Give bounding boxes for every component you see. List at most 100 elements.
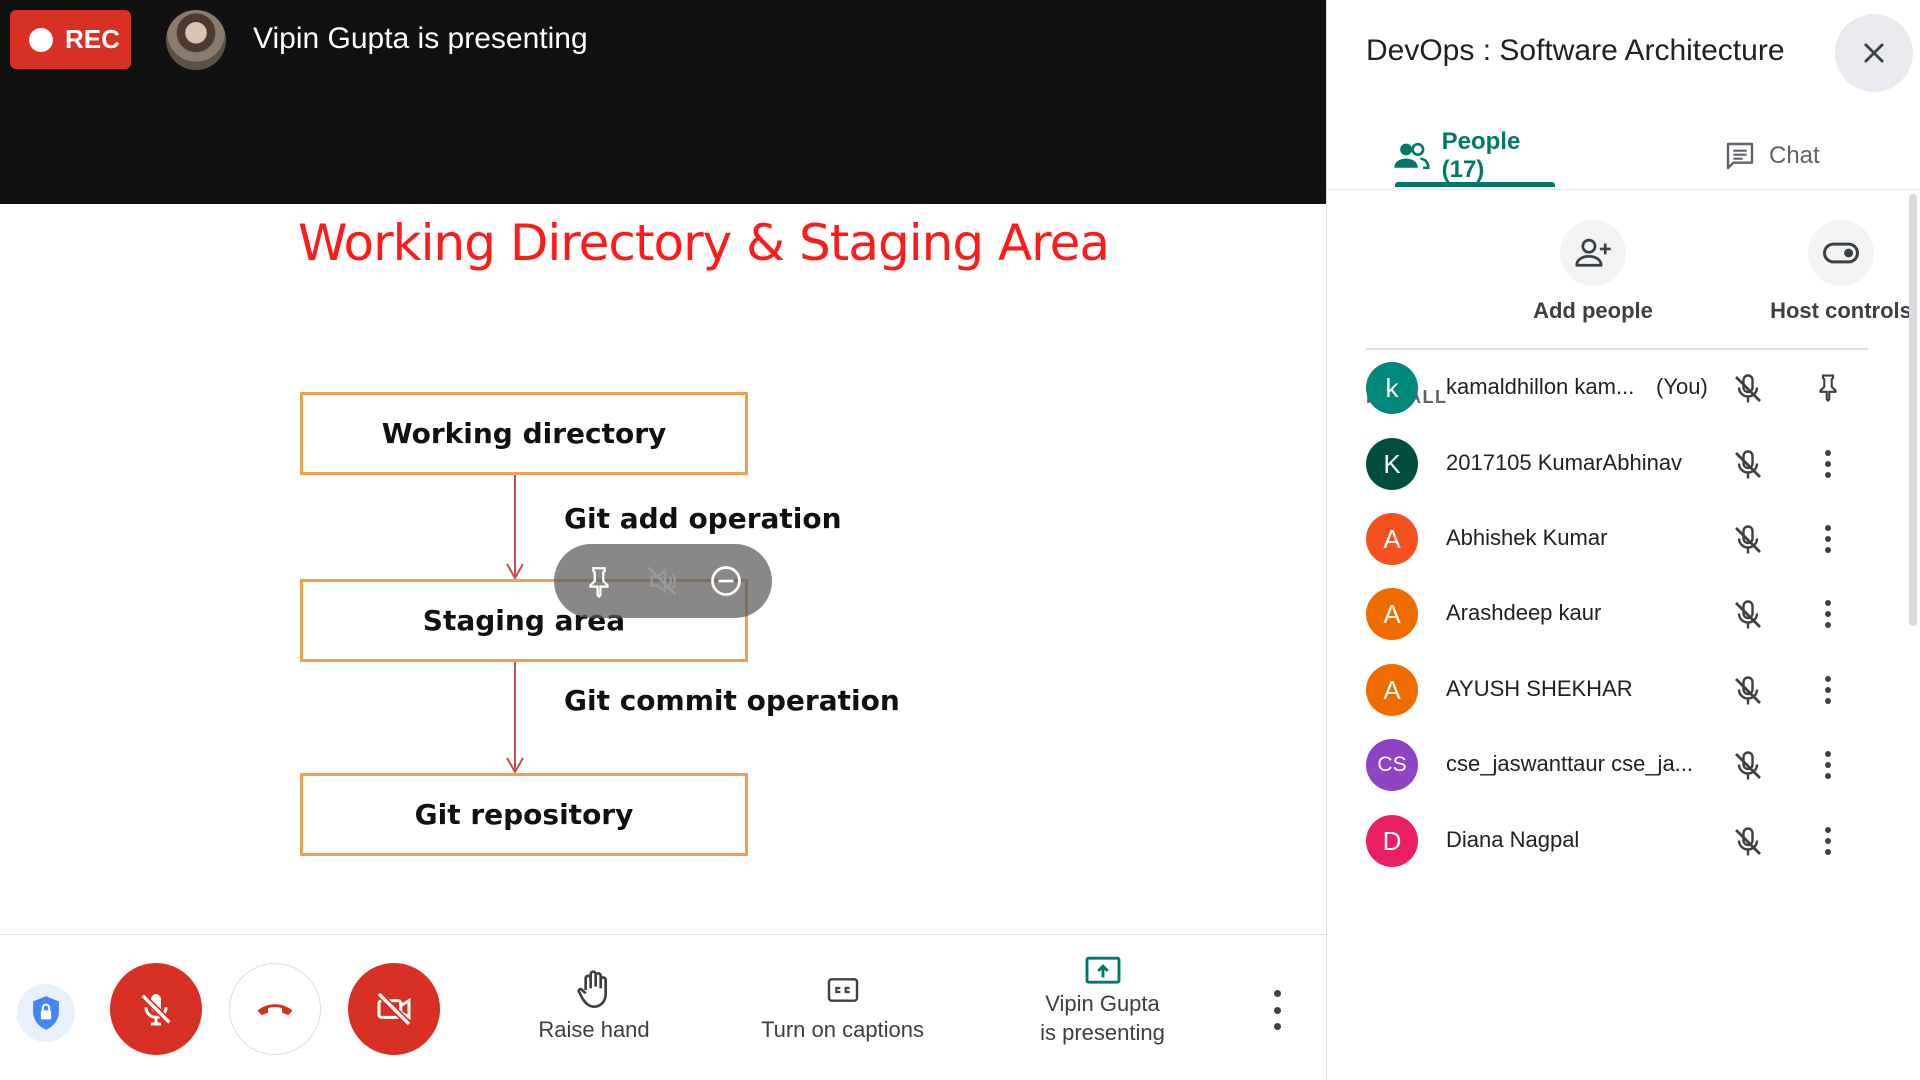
you-label: (You) xyxy=(1656,374,1708,399)
meeting-safety-button[interactable] xyxy=(17,984,75,1042)
participant-name: Abhishek Kumar xyxy=(1446,525,1608,550)
actions-divider xyxy=(1366,348,1868,350)
presenter-banner: Vipin Gupta is presenting xyxy=(253,22,588,55)
mute-status-button[interactable] xyxy=(1730,522,1766,563)
recording-label: REC xyxy=(65,24,120,54)
participant-name: Arashdeep kaur xyxy=(1446,600,1602,625)
host-controls-label: Host controls xyxy=(1770,298,1912,323)
tab-chat-label: Chat xyxy=(1769,142,1820,169)
top-bar: REC Vipin Gupta is presenting xyxy=(0,0,1326,204)
participant-more-button[interactable] xyxy=(1810,823,1846,859)
more-vert-icon xyxy=(1825,600,1831,628)
more-vert-icon xyxy=(1825,676,1831,704)
git-repository-box: Git repository xyxy=(300,773,748,856)
mic-off-icon xyxy=(140,993,172,1026)
tile-hover-controls xyxy=(554,544,772,618)
mic-off-icon xyxy=(1735,450,1761,479)
participant-row[interactable]: K 2017105 KumarAbhinav xyxy=(1366,428,1846,498)
tabs-divider xyxy=(1327,189,1920,190)
mute-status-button[interactable] xyxy=(1730,447,1766,488)
camera-off-icon xyxy=(376,991,412,1027)
hang-up-icon xyxy=(257,1004,293,1016)
participant-more-button[interactable] xyxy=(1810,596,1846,632)
participant-more-button[interactable] xyxy=(1810,521,1846,557)
more-vert-icon xyxy=(1825,525,1831,553)
raise-hand-label: Raise hand xyxy=(538,1017,650,1042)
mute-status-button[interactable] xyxy=(1730,748,1766,789)
mute-status-button[interactable] xyxy=(1730,371,1766,412)
tab-chat[interactable]: Chat xyxy=(1723,124,1820,188)
participant-name: 2017105 KumarAbhinav xyxy=(1446,450,1683,475)
add-people-label: Add people xyxy=(1533,298,1653,323)
participant-name: AYUSH SHEKHAR xyxy=(1446,676,1633,701)
avatar: D xyxy=(1366,815,1418,867)
pin-icon xyxy=(1819,374,1837,403)
pin-to-screen-button[interactable] xyxy=(1810,370,1846,406)
presenting-status-button[interactable]: Vipin Gupta is presenting xyxy=(1010,953,1195,1047)
avatar: A xyxy=(1366,588,1418,640)
panel-scrollbar[interactable] xyxy=(1909,194,1917,626)
add-person-icon xyxy=(1575,238,1611,267)
working-directory-box: Working directory xyxy=(300,392,748,475)
more-vert-icon xyxy=(1825,751,1831,779)
captions-label: Turn on captions xyxy=(760,1017,925,1042)
git-commit-label: Git commit operation xyxy=(564,684,900,717)
tab-people-label: People (17) xyxy=(1441,128,1521,183)
hand-icon xyxy=(577,970,607,1009)
participant-row[interactable]: A Arashdeep kaur xyxy=(1366,578,1846,648)
mic-off-icon xyxy=(1735,676,1761,705)
participant-row[interactable]: k kamaldhillon kam... (You) xyxy=(1366,352,1846,422)
meeting-controls-bar: Raise hand Turn on captions Vipin Gupta … xyxy=(0,934,1326,1080)
mute-status-button[interactable] xyxy=(1730,824,1766,865)
participant-name: Diana Nagpal xyxy=(1446,827,1580,852)
present-label-line1: Vipin Gupta xyxy=(1045,991,1160,1016)
closed-captions-icon xyxy=(827,978,858,1002)
mic-off-icon xyxy=(1735,827,1761,856)
toggle-icon xyxy=(1823,242,1859,264)
side-panel: DevOps : Software Architecture People (1… xyxy=(1326,0,1920,1080)
raise-hand-button[interactable]: Raise hand xyxy=(520,965,668,1043)
participant-more-button[interactable] xyxy=(1810,672,1846,708)
mic-off-icon xyxy=(1735,374,1761,403)
present-label-line2: is presenting xyxy=(1040,1020,1165,1045)
pin-icon[interactable] xyxy=(582,564,616,598)
presenter-avatar xyxy=(166,10,226,70)
mic-off-icon xyxy=(1735,525,1761,554)
captions-button[interactable]: Turn on captions xyxy=(750,965,935,1043)
chat-icon xyxy=(1726,142,1754,170)
mute-participant-icon[interactable] xyxy=(644,563,680,599)
meeting-title: DevOps : Software Architecture xyxy=(1366,34,1785,67)
participant-row[interactable]: CS cse_jaswanttaur cse_ja... xyxy=(1366,729,1846,799)
mic-off-icon xyxy=(1735,600,1761,629)
recording-badge: REC xyxy=(10,10,131,69)
present-screen-icon xyxy=(1085,956,1120,984)
shared-slide: Working Directory & Staging Area Working… xyxy=(0,204,1326,934)
remove-from-view-icon[interactable] xyxy=(708,563,744,599)
mute-status-button[interactable] xyxy=(1730,673,1766,714)
avatar: A xyxy=(1366,664,1418,716)
camera-toggle-button[interactable] xyxy=(348,963,440,1055)
participant-more-button[interactable] xyxy=(1810,747,1846,783)
record-dot-icon xyxy=(29,27,53,52)
participant-row[interactable]: A AYUSH SHEKHAR xyxy=(1366,654,1846,724)
close-icon xyxy=(1864,43,1884,63)
avatar: CS xyxy=(1366,739,1418,791)
mute-status-button[interactable] xyxy=(1730,597,1766,638)
leave-call-button[interactable] xyxy=(229,963,321,1055)
tab-people[interactable]: People (17) xyxy=(1393,124,1565,188)
more-vert-icon xyxy=(1825,827,1831,855)
mic-off-icon xyxy=(1735,751,1761,780)
participant-row[interactable]: D Diana Nagpal xyxy=(1366,805,1846,875)
participant-row[interactable]: A Abhishek Kumar xyxy=(1366,503,1846,573)
participant-name: kamaldhillon kam... xyxy=(1446,374,1635,399)
more-vert-icon xyxy=(1825,450,1831,478)
participant-more-button[interactable] xyxy=(1810,446,1846,482)
active-tab-indicator xyxy=(1395,182,1555,187)
git-add-label: Git add operation xyxy=(564,502,842,535)
avatar: K xyxy=(1366,438,1418,490)
close-panel-button[interactable] xyxy=(1835,14,1913,92)
host-controls-button[interactable]: Host controls xyxy=(1741,220,1920,324)
add-people-button[interactable]: Add people xyxy=(1493,220,1693,324)
more-options-button[interactable] xyxy=(1265,990,1289,1030)
microphone-toggle-button[interactable] xyxy=(110,963,202,1055)
